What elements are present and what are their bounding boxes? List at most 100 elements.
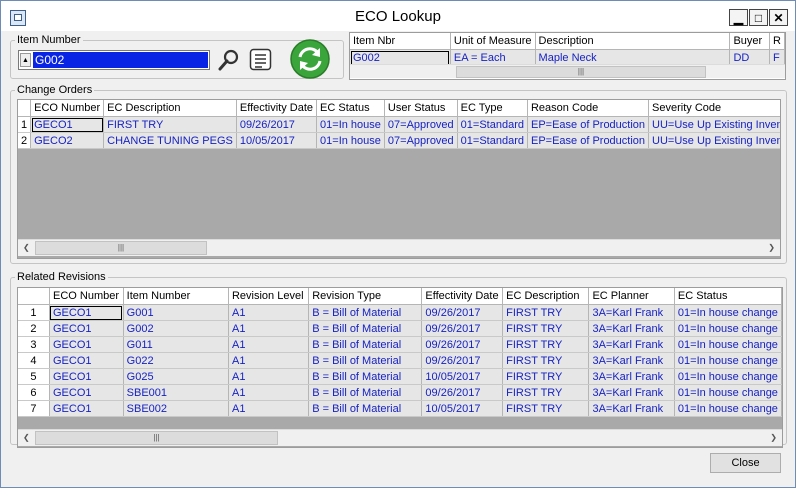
table-cell[interactable]: 01=In house change — [674, 352, 782, 369]
table-cell[interactable]: 01=Standard — [457, 116, 528, 133]
table-cell[interactable]: FIRST TRY — [502, 336, 590, 353]
table-cell[interactable]: 3A=Karl Frank — [588, 368, 675, 385]
column-header[interactable]: EC Type — [457, 100, 528, 117]
table-cell[interactable]: 3A=Karl Frank — [588, 400, 675, 417]
change-orders-scrollbar[interactable]: ❮ ||| ❯ — [18, 239, 780, 256]
list-icon[interactable] — [249, 48, 273, 72]
maximize-button[interactable]: □ — [749, 9, 768, 26]
table-row[interactable]: 2 GECO1 G002 A1 B = Bill of Material 09/26/20… — [18, 320, 782, 337]
table-cell[interactable]: FIRST TRY — [103, 116, 237, 133]
column-header[interactable]: EC Description — [502, 288, 590, 305]
column-header[interactable]: EC Status — [316, 100, 385, 117]
table-cell[interactable]: B = Bill of Material — [308, 368, 423, 385]
table-cell[interactable]: UU=Use Up Existing Inventory — [648, 116, 780, 133]
column-header[interactable]: Description — [535, 33, 731, 50]
table-cell[interactable]: B = Bill of Material — [308, 336, 423, 353]
search-icon[interactable] — [217, 48, 241, 72]
table-cell[interactable]: A1 — [228, 320, 310, 337]
table-cell[interactable]: FIRST TRY — [502, 352, 590, 369]
table-cell[interactable]: 01=In house change — [674, 384, 782, 401]
table-cell[interactable]: 3A=Karl Frank — [588, 320, 675, 337]
scroll-thumb[interactable]: ||| — [456, 66, 706, 78]
table-cell[interactable]: 09/26/2017 — [421, 320, 504, 337]
table-cell[interactable]: A1 — [228, 400, 310, 417]
column-header[interactable]: Effectivity Date — [236, 100, 318, 117]
table-cell[interactable]: SBE001 — [123, 384, 229, 401]
table-cell[interactable]: A1 — [228, 368, 310, 385]
column-header[interactable]: ECO Number — [49, 288, 124, 305]
scroll-left-icon[interactable]: ❮ — [23, 433, 30, 442]
column-header[interactable]: Buyer — [729, 33, 771, 50]
table-cell[interactable]: G002 — [123, 320, 229, 337]
column-header[interactable]: User Status — [384, 100, 458, 117]
table-cell[interactable]: 01=In house change — [674, 336, 782, 353]
table-row[interactable]: 2 GECO2 CHANGE TUNING PEGS 10/05/2017 01=In … — [18, 132, 780, 149]
table-cell[interactable]: 10/05/2017 — [421, 368, 504, 385]
table-cell[interactable]: 01=In house change — [674, 304, 782, 321]
column-header[interactable]: Severity Code — [648, 100, 780, 117]
table-cell[interactable]: GECO1 — [49, 320, 124, 337]
table-cell[interactable]: 09/26/2017 — [421, 304, 504, 321]
close-button[interactable]: Close — [710, 453, 781, 473]
column-header[interactable]: ECO Number — [30, 100, 105, 117]
table-row[interactable]: 4 GECO1 G022 A1 B = Bill of Material 09/26/20… — [18, 352, 782, 369]
scroll-right-icon[interactable]: ❯ — [768, 243, 775, 252]
table-cell[interactable]: 01=In house change — [674, 320, 782, 337]
column-header[interactable]: Item Nbr — [350, 33, 451, 50]
column-header[interactable]: Revision Type — [308, 288, 423, 305]
table-cell[interactable]: A1 — [228, 352, 310, 369]
scroll-thumb[interactable]: ||| — [35, 241, 207, 255]
column-header[interactable]: EC Status — [674, 288, 782, 305]
table-cell[interactable]: 01=Standard — [457, 132, 528, 149]
refresh-icon[interactable] — [289, 38, 331, 80]
column-header[interactable]: Revision Level — [228, 288, 310, 305]
item-number-field[interactable]: ▲ G002 — [18, 50, 210, 70]
table-cell[interactable]: FIRST TRY — [502, 400, 590, 417]
spin-up-icon[interactable]: ▲ — [20, 53, 31, 67]
table-row[interactable]: 5 GECO1 G025 A1 B = Bill of Material 10/05/20… — [18, 368, 782, 385]
minimize-button[interactable]: ▁ — [729, 9, 748, 26]
table-row[interactable]: 3 GECO1 G011 A1 B = Bill of Material 09/26/20… — [18, 336, 782, 353]
table-cell[interactable]: FIRST TRY — [502, 304, 590, 321]
table-cell[interactable]: G011 — [123, 336, 229, 353]
table-cell[interactable]: A1 — [228, 304, 310, 321]
column-header[interactable]: EC Planner — [588, 288, 675, 305]
column-header[interactable]: Item Number — [123, 288, 229, 305]
table-cell[interactable]: GECO1 — [49, 336, 124, 353]
table-cell[interactable]: 01=In house — [316, 116, 385, 133]
scroll-thumb[interactable]: ||| — [35, 431, 278, 445]
table-cell[interactable]: 09/26/2017 — [421, 384, 504, 401]
table-cell[interactable]: B = Bill of Material — [308, 400, 423, 417]
column-header[interactable]: Unit of Measure — [450, 33, 536, 50]
table-cell[interactable]: B = Bill of Material — [308, 320, 423, 337]
table-cell[interactable]: EP=Ease of Production — [527, 116, 650, 133]
table-cell[interactable]: GECO1 — [49, 400, 124, 417]
table-cell[interactable]: GECO2 — [30, 132, 105, 149]
table-cell[interactable]: EP=Ease of Production — [527, 132, 650, 149]
table-cell[interactable]: G025 — [123, 368, 229, 385]
table-cell[interactable]: G022 — [123, 352, 229, 369]
table-cell[interactable]: 3A=Karl Frank — [588, 352, 675, 369]
table-cell[interactable]: 3A=Karl Frank — [588, 336, 675, 353]
table-cell[interactable]: GECO1 — [49, 304, 124, 321]
related-revisions-scrollbar[interactable]: ❮ ||| ❯ — [18, 429, 782, 446]
table-row[interactable]: 7 GECO1 SBE002 A1 B = Bill of Material 10/05/… — [18, 400, 782, 417]
column-header[interactable]: R — [769, 33, 785, 50]
table-cell[interactable]: 01=In house change — [674, 400, 782, 417]
table-cell[interactable]: CHANGE TUNING PEGS — [103, 132, 237, 149]
table-cell[interactable]: FIRST TRY — [502, 368, 590, 385]
table-cell[interactable]: A1 — [228, 384, 310, 401]
table-cell[interactable]: GECO1 — [49, 368, 124, 385]
table-cell[interactable]: B = Bill of Material — [308, 304, 423, 321]
table-cell[interactable]: 09/26/2017 — [236, 116, 318, 133]
table-cell[interactable]: FIRST TRY — [502, 320, 590, 337]
column-header[interactable]: Reason Code — [527, 100, 650, 117]
column-header[interactable]: Effectivity Date — [421, 288, 504, 305]
close-window-button[interactable]: ✕ — [769, 9, 788, 26]
table-cell[interactable]: B = Bill of Material — [308, 352, 423, 369]
table-row[interactable]: 1 GECO1 G001 A1 B = Bill of Material 09/26/20… — [18, 304, 782, 321]
table-cell[interactable]: 3A=Karl Frank — [588, 304, 675, 321]
table-cell[interactable]: GECO1 — [30, 116, 105, 133]
table-cell[interactable]: G001 — [123, 304, 229, 321]
scroll-left-icon[interactable]: ❮ — [23, 243, 30, 252]
